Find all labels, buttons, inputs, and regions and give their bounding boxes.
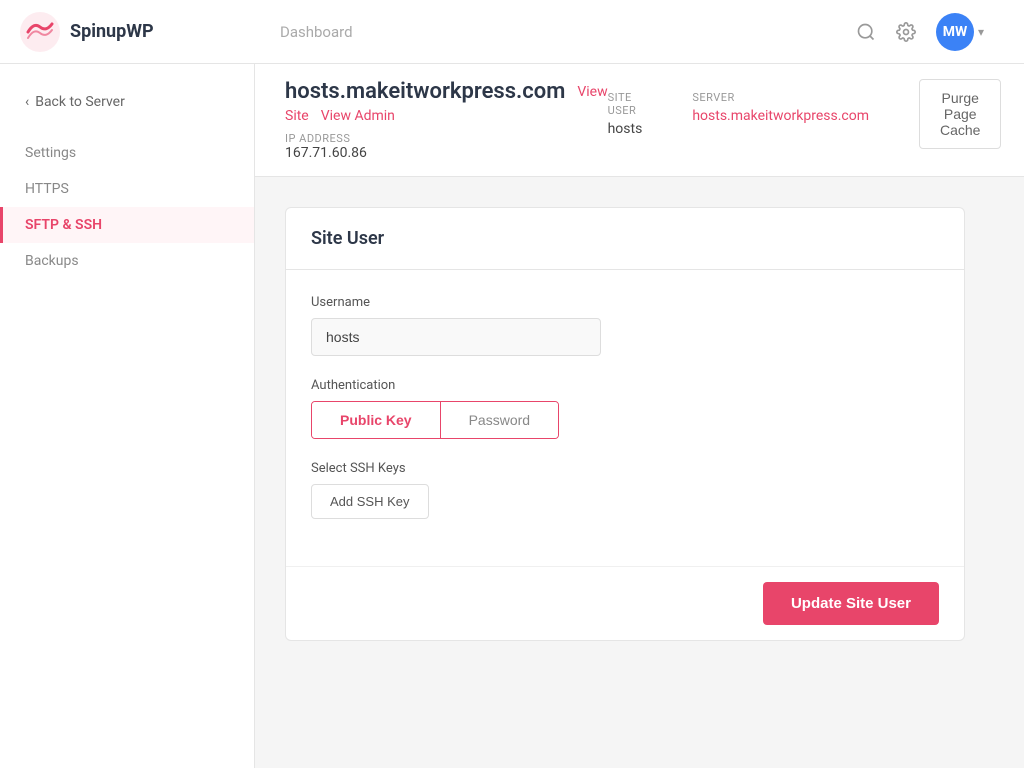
sidebar-item-label: Settings [25, 145, 76, 161]
auth-toggle-group: Public Key Password [311, 401, 559, 439]
auth-label: Authentication [311, 378, 939, 393]
site-title-row: hosts.makeitworkpress.com View [285, 79, 608, 104]
search-icon [856, 22, 876, 42]
ssh-keys-group: Select SSH Keys Add SSH Key [311, 461, 939, 519]
authentication-group: Authentication Public Key Password [311, 378, 939, 439]
sidebar: ‹ Back to Server Settings HTTPS SFTP & S… [0, 64, 255, 768]
logo-text: SpinupWP [70, 21, 154, 42]
card-title: Site User [311, 228, 939, 249]
gear-icon [896, 22, 916, 42]
ip-block: IP ADDRESS 167.71.60.86 [285, 132, 608, 161]
sidebar-item-label: SFTP & SSH [25, 217, 102, 233]
site-user-meta: SITE USER hosts [608, 91, 643, 137]
spinupwp-logo-icon [20, 12, 60, 52]
settings-button[interactable] [896, 22, 916, 42]
user-avatar-dropdown[interactable]: MW ▾ [936, 13, 984, 51]
sidebar-item-backups[interactable]: Backups [0, 243, 254, 279]
server-value[interactable]: hosts.makeitworkpress.com [692, 108, 869, 124]
page-content: Site User Username Authentication Public… [255, 177, 1024, 768]
username-input[interactable] [311, 318, 601, 356]
site-links-row: Site View Admin [285, 108, 608, 124]
back-to-server-link[interactable]: ‹ Back to Server [0, 84, 254, 120]
topnav-actions: MW ▾ [856, 13, 1004, 51]
card-header: Site User [286, 208, 964, 270]
chevron-down-icon: ▾ [978, 25, 984, 39]
top-navigation: SpinupWP Dashboard MW ▾ [0, 0, 1024, 64]
site-header-right: SITE USER hosts SERVER hosts.makeitworkp… [608, 79, 1002, 149]
ssh-keys-label: Select SSH Keys [311, 461, 939, 476]
card-body: Username Authentication Public Key Passw… [286, 270, 964, 566]
site-user-value: hosts [608, 121, 643, 137]
view-admin-link[interactable]: View Admin [321, 108, 395, 124]
site-title: hosts.makeitworkpress.com [285, 79, 565, 104]
sidebar-item-sftp-ssh[interactable]: SFTP & SSH [0, 207, 254, 243]
update-site-user-button[interactable]: Update Site User [763, 582, 939, 625]
password-toggle[interactable]: Password [441, 402, 558, 438]
site-header: hosts.makeitworkpress.com View Site View… [255, 64, 1024, 177]
sidebar-item-label: HTTPS [25, 181, 69, 197]
back-label: Back to Server [35, 94, 125, 110]
view-site-link[interactable]: View [577, 84, 607, 100]
server-meta: SERVER hosts.makeitworkpress.com [692, 91, 869, 124]
back-arrow-icon: ‹ [25, 94, 29, 110]
avatar: MW [936, 13, 974, 51]
purge-cache-button[interactable]: Purge Page Cache [919, 79, 1001, 149]
server-label: SERVER [692, 91, 869, 104]
sidebar-item-https[interactable]: HTTPS [0, 171, 254, 207]
main-layout: ‹ Back to Server Settings HTTPS SFTP & S… [0, 64, 1024, 768]
sidebar-item-settings[interactable]: Settings [0, 135, 254, 171]
public-key-toggle[interactable]: Public Key [312, 402, 441, 438]
site-user-card: Site User Username Authentication Public… [285, 207, 965, 641]
site-meta: SITE USER hosts SERVER hosts.makeitworkp… [608, 91, 869, 137]
add-ssh-key-button[interactable]: Add SSH Key [311, 484, 429, 519]
site-link[interactable]: Site [285, 108, 309, 124]
ip-value: 167.71.60.86 [285, 145, 608, 161]
search-button[interactable] [856, 22, 876, 42]
username-label: Username [311, 295, 939, 310]
card-footer: Update Site User [286, 566, 964, 640]
main-content: hosts.makeitworkpress.com View Site View… [255, 64, 1024, 768]
logo-area: SpinupWP [20, 12, 260, 52]
site-header-left: hosts.makeitworkpress.com View Site View… [285, 79, 608, 161]
ip-label: IP ADDRESS [285, 132, 608, 145]
search-area[interactable]: Dashboard [260, 23, 856, 41]
site-user-label: SITE USER [608, 91, 643, 117]
username-group: Username [311, 295, 939, 356]
sidebar-item-label: Backups [25, 253, 79, 269]
search-placeholder: Dashboard [280, 23, 353, 41]
